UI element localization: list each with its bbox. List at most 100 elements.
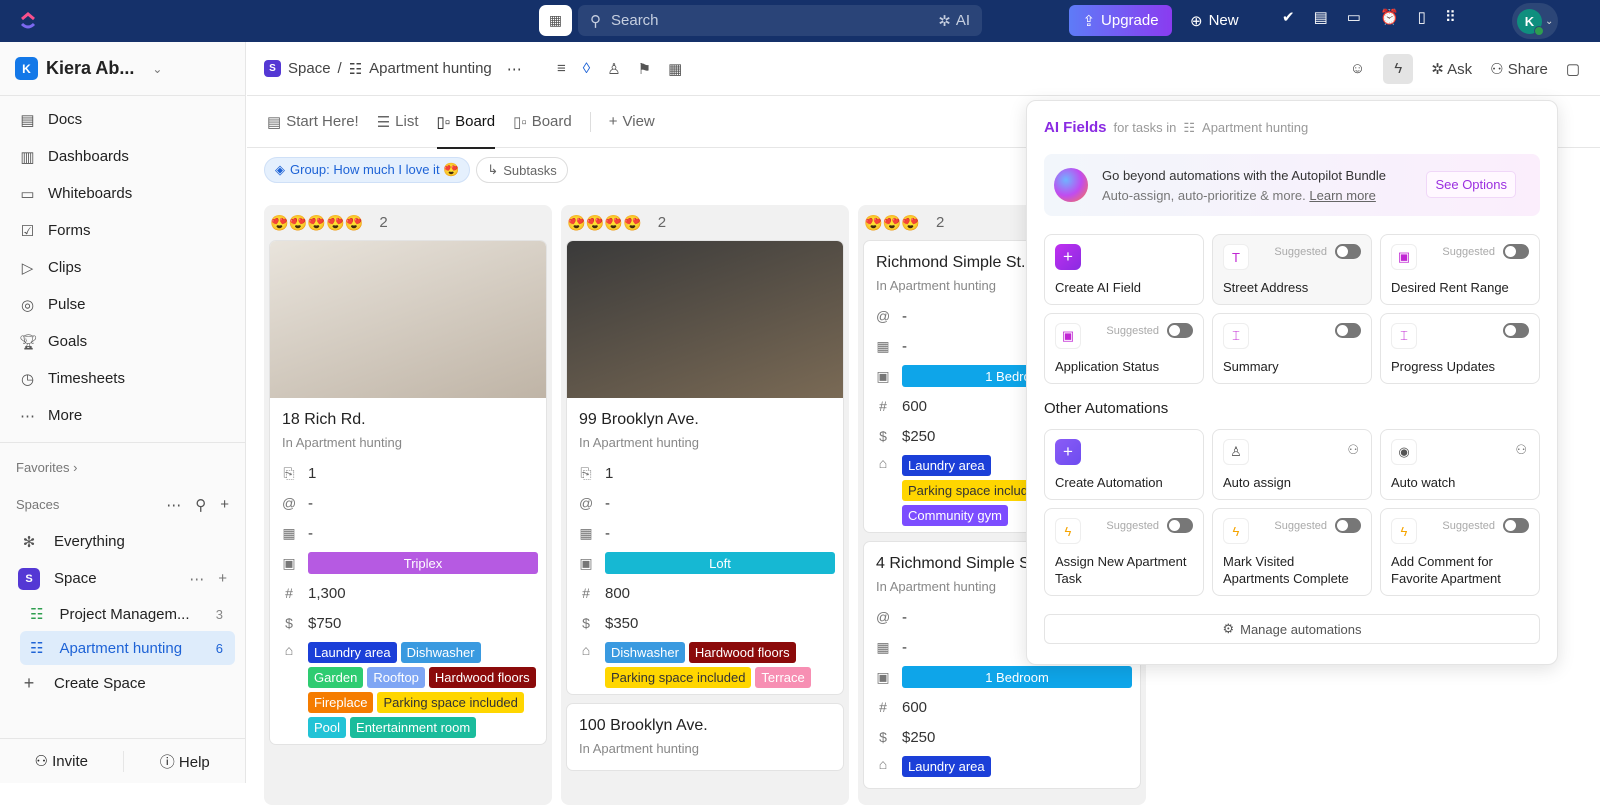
calendar-icon[interactable]: ▦ xyxy=(668,60,682,78)
more-icon[interactable]: ⋯ xyxy=(507,60,522,78)
card-title[interactable]: 18 Rich Rd. xyxy=(282,411,538,429)
tag[interactable]: Hardwood floors xyxy=(428,667,536,688)
user-plus-icon[interactable]: ⚇ xyxy=(1515,442,1527,458)
create-space-button[interactable]: + Create Space xyxy=(0,665,245,702)
assignee-field[interactable]: @ - xyxy=(282,488,538,518)
user-plus-icon[interactable]: ⚇ xyxy=(1347,442,1359,458)
see-options-button[interactable]: See Options xyxy=(1426,171,1516,198)
sidebar-item-clips[interactable]: ▷ Clips xyxy=(0,249,245,286)
tab-board-2[interactable]: ▯▫ Board xyxy=(513,96,572,148)
tag[interactable]: Pool xyxy=(308,717,347,738)
unit-type-field[interactable]: ▣ 1 Bedroom xyxy=(876,662,1132,692)
favorites-header[interactable]: Favorites › xyxy=(0,449,245,486)
ai-button[interactable]: ✲ AI xyxy=(938,12,970,30)
tab-start-here[interactable]: ▤ Start Here! xyxy=(267,96,359,148)
task-card[interactable]: 18 Rich Rd. In Apartment hunting ⎘ 1 @ - ▦ - ▣ Tr… xyxy=(269,240,547,745)
tag[interactable]: Laundry area xyxy=(902,455,991,476)
toggle-switch[interactable] xyxy=(1503,518,1529,533)
sidebar-item-whiteboards[interactable]: ▭ Whiteboards xyxy=(0,175,245,212)
tile-create-ai-field[interactable]: + Create AI Field xyxy=(1044,234,1204,305)
learn-more-link[interactable]: Learn more xyxy=(1309,188,1375,203)
tile-assign-new-apartment-task[interactable]: ϟ Suggested Assign New Apartment Task xyxy=(1044,508,1204,596)
tile-application-status[interactable]: ▣ Suggested Application Status xyxy=(1044,313,1204,384)
tile-create-automation[interactable]: + Create Automation xyxy=(1044,429,1204,500)
tile-add-comment-for-favorite-apartment[interactable]: ϟ Suggested Add Comment for Favorite Apart… xyxy=(1380,508,1540,596)
comment-icon[interactable]: ▢ xyxy=(1566,60,1580,78)
toggle-switch[interactable] xyxy=(1503,244,1529,259)
toggle-switch[interactable] xyxy=(1335,518,1361,533)
sidebar-item-project-management[interactable]: ☷ Project Managem... 3 xyxy=(20,597,235,631)
plus-icon[interactable]: + xyxy=(218,570,227,588)
due-date-field[interactable]: ▦ - xyxy=(282,518,538,548)
color-drop-icon[interactable]: ◊ xyxy=(583,60,590,78)
document-icon[interactable]: ▯ xyxy=(1418,8,1426,26)
video-icon[interactable]: ▭ xyxy=(1347,8,1361,26)
assignee-field[interactable]: @ - xyxy=(579,488,835,518)
clickup-logo[interactable] xyxy=(18,10,38,32)
task-card[interactable]: 99 Brooklyn Ave. In Apartment hunting ⎘ 1 @ -… xyxy=(566,240,844,695)
tile-mark-visited-apartments-complete[interactable]: ϟ Suggested Mark Visited Apartments Comple… xyxy=(1212,508,1372,596)
toggle-switch[interactable] xyxy=(1335,323,1361,338)
tag[interactable]: Laundry area xyxy=(308,642,397,663)
sidebar-item-everything[interactable]: ✻ Everything xyxy=(0,523,245,560)
sidebar-item-goals[interactable]: 🏆︎ Goals xyxy=(0,323,245,360)
description-icon[interactable]: ≡ xyxy=(557,60,566,78)
manage-automations-button[interactable]: ⚙ Manage automations xyxy=(1044,614,1540,644)
automations-button[interactable]: ϟ xyxy=(1383,53,1414,84)
toggle-switch[interactable] xyxy=(1167,323,1193,338)
breadcrumb-space[interactable]: Space xyxy=(288,60,331,77)
user-menu[interactable]: K ⌄ xyxy=(1512,3,1558,39)
tile-street-address[interactable]: T Suggested Street Address xyxy=(1212,234,1372,305)
search-input[interactable]: ⚲ Search ✲ AI xyxy=(578,5,982,36)
search-icon[interactable]: ⚲ xyxy=(195,496,206,514)
alarm-clock-icon[interactable]: ⏰ xyxy=(1380,8,1399,26)
tag[interactable]: Parking space included xyxy=(377,692,524,713)
help-button[interactable]: ⓘ Help xyxy=(122,750,247,772)
square-feet-field[interactable]: #1,300 xyxy=(282,578,538,608)
tile-auto-watch[interactable]: ◉ ⚇ Auto watch xyxy=(1380,429,1540,500)
tag[interactable]: Hardwood floors xyxy=(688,642,796,663)
sidebar-item-docs[interactable]: ▤ Docs xyxy=(0,101,245,138)
more-icon[interactable]: ⋯ xyxy=(166,496,181,514)
tag[interactable]: Entertainment room xyxy=(350,717,477,738)
workspace-switcher[interactable]: K Kiera Ab... ⌄ xyxy=(0,42,245,96)
tile-desired-rent-range[interactable]: ▣ Suggested Desired Rent Range xyxy=(1380,234,1540,305)
card-title[interactable]: 99 Brooklyn Ave. xyxy=(579,411,835,429)
unit-type-field[interactable]: ▣ Triplex xyxy=(282,548,538,578)
price-field[interactable]: $ $750 xyxy=(282,608,538,638)
subtasks-chip[interactable]: ↳ Subtasks xyxy=(476,157,568,183)
tag[interactable]: Dishwasher xyxy=(605,642,685,663)
attachments-field[interactable]: ⎘ 1 xyxy=(579,458,835,488)
toggle-switch[interactable] xyxy=(1335,244,1361,259)
plus-icon[interactable]: + xyxy=(220,496,229,514)
calendar-button[interactable]: ▦ xyxy=(539,5,572,36)
ai-avatar-icon[interactable]: ☺ xyxy=(1350,60,1365,77)
price-field[interactable]: $ $350 xyxy=(579,608,835,638)
tag[interactable]: Community gym xyxy=(902,505,1008,526)
flag-icon[interactable]: ⚑ xyxy=(638,60,651,78)
sidebar-item-apartment-hunting[interactable]: ☷ Apartment hunting 6 xyxy=(20,631,235,665)
task-card[interactable]: 100 Brooklyn Ave. In Apartment hunting xyxy=(566,703,844,771)
assignee-icon[interactable]: ♙ xyxy=(607,60,620,78)
toggle-switch[interactable] xyxy=(1167,518,1193,533)
sidebar-item-timesheets[interactable]: ◷ Timesheets xyxy=(0,360,245,397)
sidebar-item-forms[interactable]: ☑ Forms xyxy=(0,212,245,249)
share-button[interactable]: ⚇ Share xyxy=(1490,60,1548,78)
tag[interactable]: Laundry area xyxy=(902,756,991,777)
invite-button[interactable]: ⚇ Invite xyxy=(0,752,123,770)
attachments-field[interactable]: ⎘ 1 xyxy=(282,458,538,488)
check-circle-icon[interactable]: ✔ xyxy=(1282,8,1295,26)
notepad-icon[interactable]: ▤ xyxy=(1314,8,1328,26)
tile-summary[interactable]: ⌶ Summary xyxy=(1212,313,1372,384)
price-field[interactable]: $ $250 xyxy=(876,722,1132,752)
tag[interactable]: Dishwasher xyxy=(400,642,481,663)
tag[interactable]: Fireplace xyxy=(308,692,374,713)
upgrade-button[interactable]: ⇪ Upgrade xyxy=(1069,5,1172,36)
sidebar-item-pulse[interactable]: ◎ Pulse xyxy=(0,286,245,323)
sidebar-item-dashboards[interactable]: ▥ Dashboards xyxy=(0,138,245,175)
tile-progress-updates[interactable]: ⌶ Progress Updates xyxy=(1380,313,1540,384)
add-view-button[interactable]: + View xyxy=(609,96,655,148)
tag[interactable]: Garden xyxy=(308,667,364,688)
apps-grid-icon[interactable]: ⠿ xyxy=(1445,8,1456,26)
sidebar-item-space[interactable]: S Space ⋯ + xyxy=(0,560,245,597)
